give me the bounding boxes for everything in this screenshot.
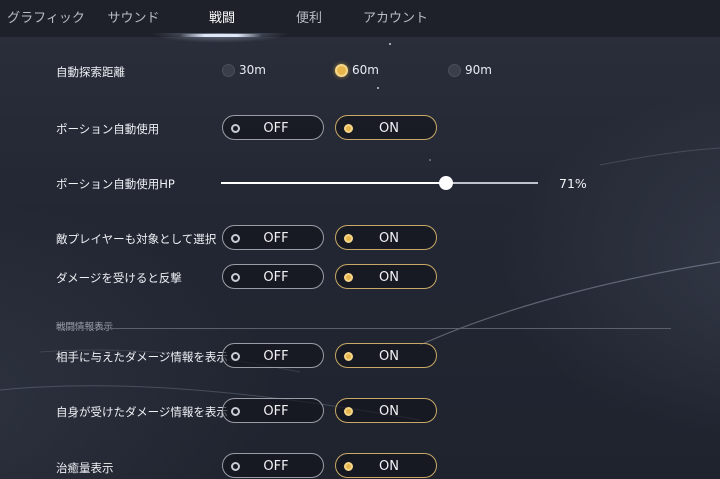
heal-amount-display-off-button[interactable]: OFF: [222, 453, 324, 478]
on-label: ON: [379, 404, 399, 419]
tab-account[interactable]: アカウント: [358, 0, 433, 37]
off-label: OFF: [263, 404, 289, 419]
heal-amount-display-on-button[interactable]: ON: [335, 453, 437, 478]
counterattack-label: ダメージを受けると反撃: [56, 271, 182, 285]
target-enemy-player-on-button[interactable]: ON: [335, 225, 437, 250]
show-damage-dealt-label: 相手に与えたダメージ情報を表示: [56, 350, 228, 364]
potion-hp-slider-handle[interactable]: [439, 176, 454, 190]
potion-auto-use-off-button[interactable]: OFF: [222, 115, 324, 140]
tab-battle[interactable]: 戦闘: [196, 0, 248, 37]
counterattack-off-button[interactable]: OFF: [222, 264, 324, 289]
off-label: OFF: [263, 121, 289, 136]
potion-auto-use-label: ポーション自動使用: [56, 122, 160, 136]
radio-unselected-icon: [448, 64, 461, 77]
off-label: OFF: [263, 349, 289, 364]
radio-selected-icon: [335, 64, 348, 77]
target-enemy-player-off-button[interactable]: OFF: [222, 225, 324, 250]
target-enemy-player-label: 敵プレイヤーも対象として選択: [56, 232, 217, 246]
off-label: OFF: [263, 270, 289, 285]
on-label: ON: [379, 270, 399, 285]
heal-amount-display-label: 治癒量表示: [56, 461, 114, 475]
show-damage-dealt-on-button[interactable]: ON: [335, 343, 437, 368]
radio-60m-label: 60m: [352, 63, 379, 77]
show-damage-taken-on-button[interactable]: ON: [335, 398, 437, 423]
tab-bar: グラフィック サウンド 戦闘 便利 アカウント: [0, 0, 720, 43]
on-label: ON: [379, 231, 399, 246]
tab-convenience[interactable]: 便利: [283, 0, 335, 37]
tab-graphics[interactable]: グラフィック: [6, 0, 86, 37]
potion-hp-slider-fill: [221, 182, 447, 184]
off-label: OFF: [263, 459, 289, 474]
auto-search-distance-label: 自動探索距離: [56, 65, 125, 79]
counterattack-on-button[interactable]: ON: [335, 264, 437, 289]
potion-auto-use-on-button[interactable]: ON: [335, 115, 437, 140]
potion-hp-slider-track[interactable]: [221, 182, 538, 184]
show-damage-taken-label: 自身が受けたダメージ情報を表示: [56, 405, 228, 419]
tab-sound[interactable]: サウンド: [96, 0, 171, 37]
radio-unselected-icon: [222, 64, 235, 77]
section-divider: [56, 328, 671, 329]
on-label: ON: [379, 459, 399, 474]
radio-90m-label: 90m: [465, 63, 492, 77]
on-label: ON: [379, 349, 399, 364]
battle-info-section-title: 戦闘情報表示: [56, 319, 113, 333]
off-label: OFF: [263, 231, 289, 246]
show-damage-taken-off-button[interactable]: OFF: [222, 398, 324, 423]
active-tab-indicator: [180, 34, 262, 37]
show-damage-dealt-off-button[interactable]: OFF: [222, 343, 324, 368]
potion-auto-use-hp-label: ポーション自動使用HP: [56, 177, 175, 191]
on-label: ON: [379, 121, 399, 136]
radio-30m-label: 30m: [239, 63, 266, 77]
potion-hp-percent: 71%: [559, 176, 587, 191]
